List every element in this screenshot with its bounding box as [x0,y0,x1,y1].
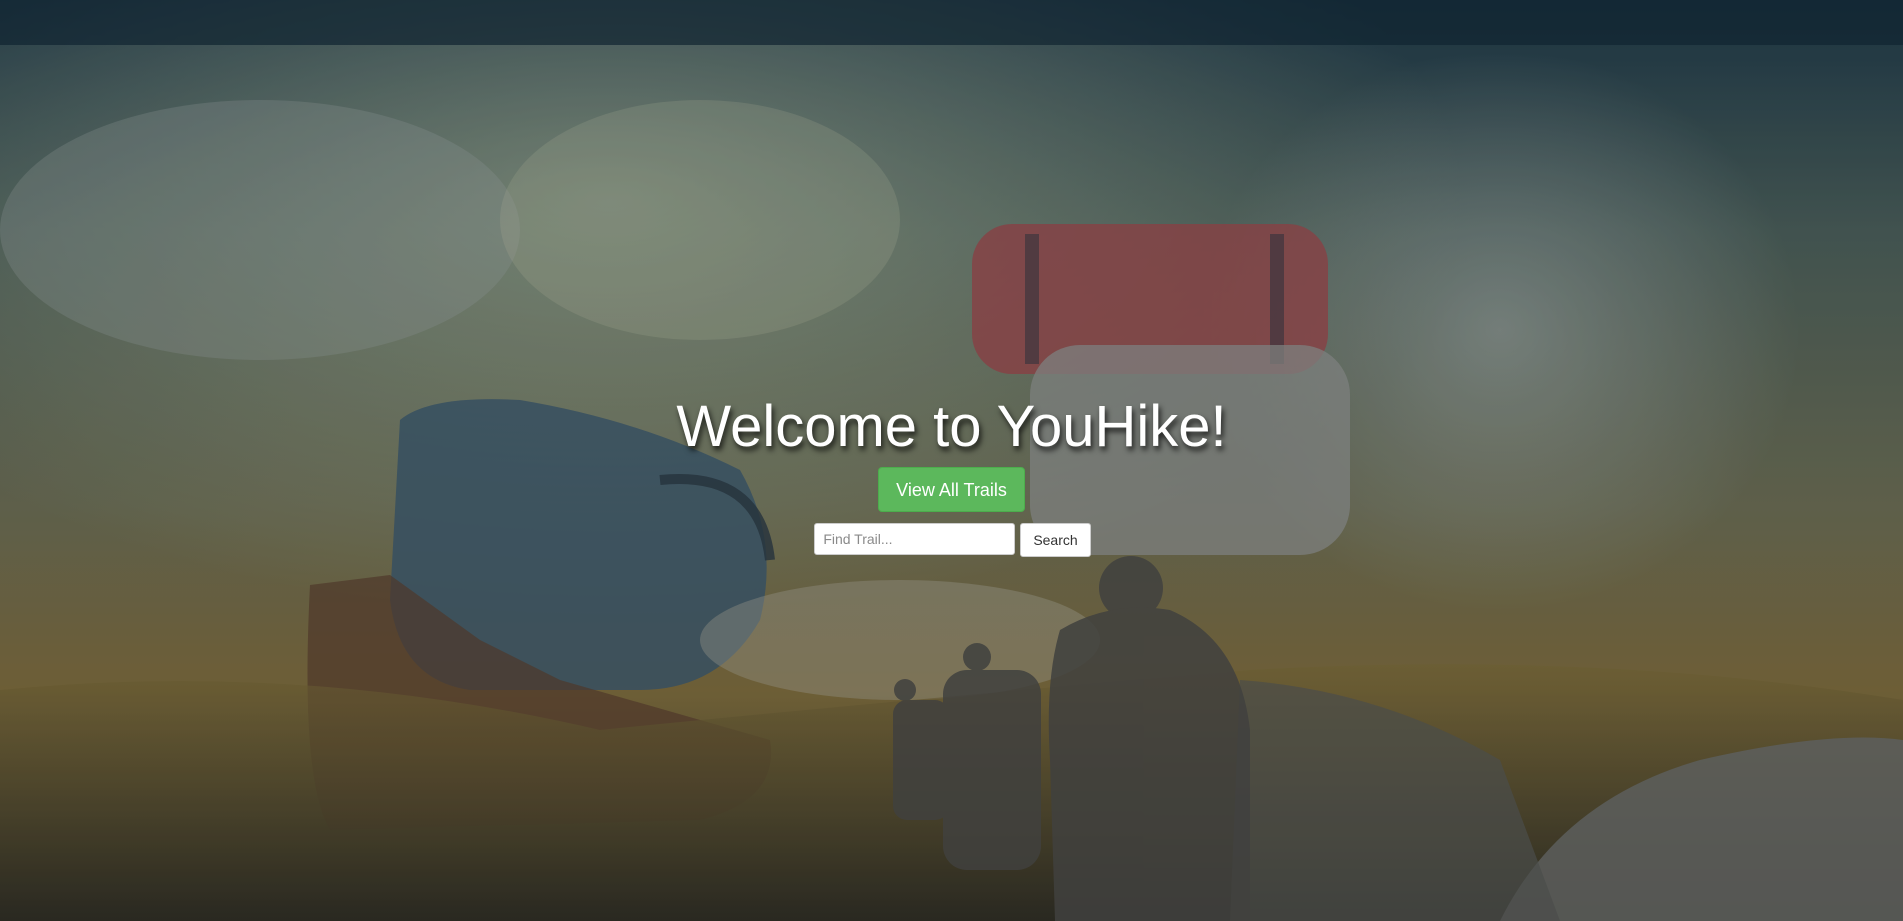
find-trail-input[interactable] [814,523,1016,555]
page-title: Welcome to YouHike! [676,394,1227,459]
hero-section: Welcome to YouHike! View All Trails Sear… [0,0,1903,921]
search-button[interactable]: Search [1020,523,1091,557]
view-all-trails-button[interactable]: View All Trails [878,467,1025,512]
trail-search-form: Search [2,523,1903,557]
hero-content: Welcome to YouHike! View All Trails Sear… [0,395,1903,557]
